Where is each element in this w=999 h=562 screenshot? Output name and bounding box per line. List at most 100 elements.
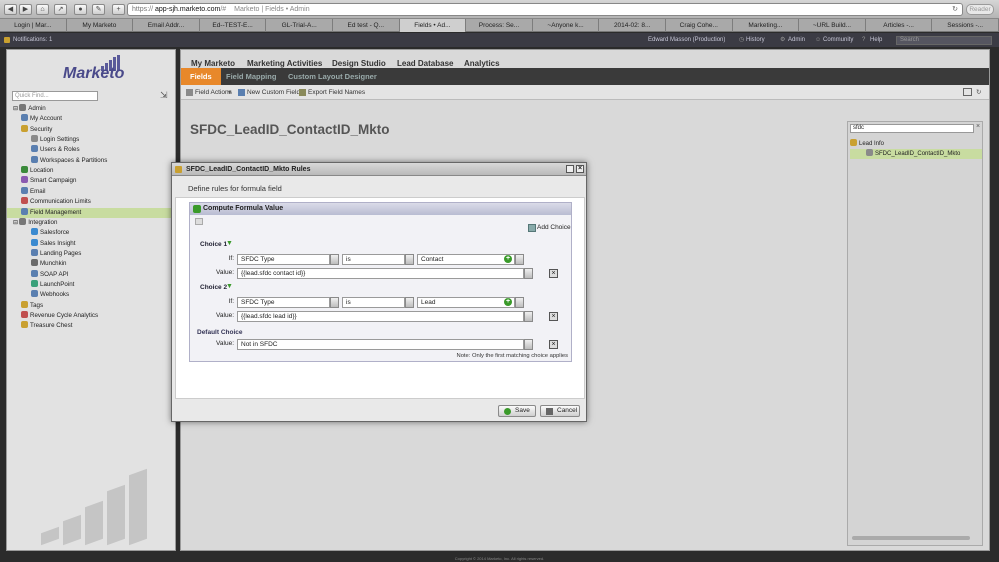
refresh-icon[interactable]: ↻ [976,85,981,100]
tree-group-lead-info[interactable]: Lead Info [850,139,982,149]
browser-tab[interactable]: Email Addr... [133,19,200,32]
tree-item[interactable]: Munchkin [7,259,175,269]
tree-item[interactable]: LaunchPoint [7,279,175,290]
forward-icon[interactable]: ▶ [19,4,32,15]
field-search-input[interactable]: sfdc [850,124,974,133]
history-link[interactable]: History [746,33,765,47]
tree-item[interactable]: Sales Insight [7,238,175,249]
browser-tab[interactable]: Process: Se... [466,19,533,32]
browser-tab[interactable]: Marketing... [733,19,800,32]
window-icon[interactable] [963,88,972,96]
choice-1-match-input[interactable]: Contact [417,254,515,265]
home-icon[interactable]: ⌂ [36,4,49,15]
choice-2-operator-dropdown-icon[interactable] [405,297,414,308]
browser-tab[interactable]: Ed test - Q... [333,19,400,32]
tab-custom-layout-designer[interactable]: Custom Layout Designer [279,68,386,85]
browser-tab[interactable]: My Marketo [67,19,134,32]
tree-item[interactable]: Location [7,166,175,176]
field-actions-menu[interactable]: Field Actions [195,85,232,100]
expand-icon[interactable]: ⊟ [13,219,18,226]
community-link[interactable]: Community [823,33,853,47]
share-icon[interactable]: ↗ [54,4,67,15]
choice-1-value-input[interactable]: {{lead.sfdc contact id}} [237,268,524,279]
maximize-icon[interactable] [566,165,574,173]
choice-2-value-dropdown-icon[interactable] [524,311,533,322]
choice-1-match-dropdown-icon[interactable] [515,254,524,265]
choice-2-add-value-icon[interactable]: + [504,298,512,306]
choice-2-operator-select[interactable]: is [342,297,405,308]
new-custom-field-button[interactable]: New Custom Field [247,85,300,100]
tree-item[interactable]: Login Settings [7,135,175,145]
choice-2-field-select[interactable]: SFDC Type [237,297,330,308]
tree-item[interactable]: Webhooks [7,290,175,300]
tree-item[interactable]: Security [7,124,175,135]
notifications-link[interactable]: Notifications: 1 [13,33,52,47]
choice-1-field-dropdown-icon[interactable] [330,254,339,265]
new-tab-icon[interactable]: + [112,4,125,15]
browser-tab[interactable]: GL-Trial-A... [266,19,333,32]
export-field-names-button[interactable]: Export Field Names [308,85,365,100]
choice-1-add-value-icon[interactable]: + [504,255,512,263]
choice-2-value-input[interactable]: {{lead.sfdc lead id}} [237,311,524,322]
choice-2-match-input[interactable]: Lead [417,297,515,308]
tree-item-field[interactable]: SFDC_LeadID_ContactID_Mkto [850,149,982,159]
add-choice-button[interactable]: Add Choice [537,224,571,231]
collapse-nav-icon[interactable]: ⇲ [160,90,168,101]
tab-fields[interactable]: Fields [181,68,221,85]
admin-link[interactable]: Admin [788,33,805,47]
default-value-dropdown-icon[interactable] [524,339,533,350]
choice-2-field-dropdown-icon[interactable] [330,297,339,308]
browser-tab[interactable]: Ed--TEST-E... [200,19,267,32]
stop-icon[interactable]: ● [74,4,87,15]
choice-2-match-dropdown-icon[interactable] [515,297,524,308]
choice-2-delete-icon[interactable]: × [549,312,558,321]
default-delete-icon[interactable]: × [549,340,558,349]
choice-1-toggle-icon[interactable]: ▼ [226,240,233,247]
tree-item[interactable]: My Account [7,114,175,124]
tree-item[interactable]: ⊟ Admin [7,104,175,114]
close-icon[interactable]: × [576,165,584,173]
clear-search-icon[interactable]: × [976,123,980,130]
browser-tab[interactable]: Login | Mar... [0,19,67,32]
choice-1-operator-dropdown-icon[interactable] [405,254,414,265]
default-value-input[interactable]: Not in SFDC [237,339,524,350]
browser-tab[interactable]: ~URL Build... [799,19,866,32]
search-input[interactable]: Search [896,36,992,45]
address-bar[interactable]: https:// app-sjh.marketo.com/# Marketo |… [127,3,963,16]
browser-tab[interactable]: Fields • Ad... [399,19,467,32]
tree-item[interactable]: Field Management [7,207,175,218]
cancel-button[interactable]: Cancel [540,405,580,417]
tree-item[interactable]: Revenue Cycle Analytics [7,311,175,321]
tree-item[interactable]: Salesforce [7,228,175,238]
tree-item[interactable]: Tags [7,300,175,311]
tree-item[interactable]: Communication Limits [7,197,175,207]
choice-1-field-select[interactable]: SFDC Type [237,254,330,265]
bookmarks-icon[interactable]: ✎ [92,4,105,15]
user-name[interactable]: Edward Masson (Production) [648,33,725,47]
browser-tab[interactable]: Craig Cohe... [666,19,733,32]
browser-tab[interactable]: ~Anyone k... [533,19,600,32]
save-button[interactable]: Save [498,405,536,417]
choice-2-toggle-icon[interactable]: ▼ [226,283,233,290]
expand-icon[interactable]: ⊟ [13,105,18,112]
reload-icon[interactable]: ↻ [952,4,958,15]
tree-item[interactable]: Email [7,186,175,197]
tree-item[interactable]: Landing Pages [7,248,175,259]
tree-item[interactable]: Workspaces & Partitions [7,155,175,166]
tree-item[interactable]: Users & Roles [7,145,175,155]
back-icon[interactable]: ◀ [4,4,17,15]
choice-1-operator-select[interactable]: is [342,254,405,265]
drag-handle-icon[interactable] [195,218,203,225]
browser-tab[interactable]: 2014-02: 8... [599,19,666,32]
tree-item[interactable]: Treasure Chest [7,321,175,331]
tab-field-mapping[interactable]: Field Mapping [217,68,285,85]
tree-item[interactable]: ⊟ Integration [7,217,175,228]
quick-find-input[interactable]: Quick Find... [12,91,98,101]
tree-item[interactable]: Smart Campaign [7,176,175,186]
tree-item[interactable]: SOAP API [7,269,175,280]
choice-1-delete-icon[interactable]: × [549,269,558,278]
browser-tab[interactable]: Sessions -... [932,19,999,32]
choice-1-value-dropdown-icon[interactable] [524,268,533,279]
reader-button[interactable]: Reader [966,4,994,15]
browser-tab[interactable]: Articles -... [866,19,933,32]
